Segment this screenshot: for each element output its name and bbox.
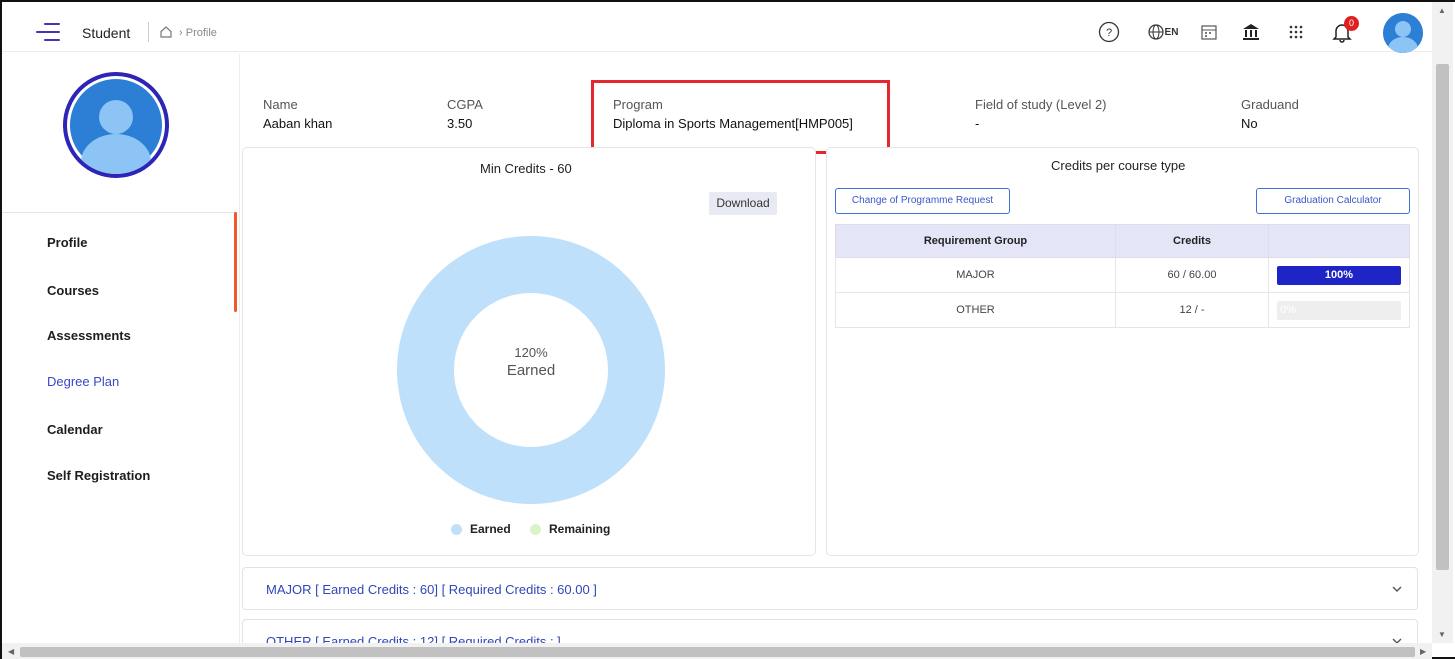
progress-label: 100% xyxy=(1324,268,1354,281)
calendar-icon[interactable] xyxy=(1198,20,1220,44)
notification-badge: 0 xyxy=(1344,16,1359,31)
change-programme-button[interactable]: Change of Programme Request xyxy=(835,188,1010,214)
column-header-credits: Credits xyxy=(1115,224,1269,258)
chart-legend-earned[interactable]: Earned xyxy=(451,522,511,536)
scroll-right-arrow-icon[interactable]: ▶ xyxy=(1420,647,1426,656)
svg-text:?: ? xyxy=(1106,27,1112,39)
help-icon[interactable]: ? xyxy=(1097,20,1121,44)
header-divider xyxy=(148,22,149,42)
program-label: Program xyxy=(613,97,663,112)
sidebar-item-courses[interactable]: Courses xyxy=(47,283,99,298)
requirement-table: Requirement Group Credits MAJOR 60 / 60.… xyxy=(835,224,1410,328)
home-icon[interactable] xyxy=(159,25,173,39)
scroll-left-arrow-icon[interactable]: ◀ xyxy=(8,647,14,656)
student-summary: Name Aaban khan CGPA 3.50 Program Diplom… xyxy=(244,54,1419,146)
sidebar-item-calendar[interactable]: Calendar xyxy=(47,422,103,437)
field-of-study-value: - xyxy=(975,116,980,131)
scroll-down-arrow-icon[interactable]: ▼ xyxy=(1438,630,1446,639)
progress-bar: 100% xyxy=(1277,265,1401,285)
table-header-row: Requirement Group Credits xyxy=(835,224,1410,258)
field-of-study-label: Field of study (Level 2) xyxy=(975,97,1107,112)
row-group: OTHER xyxy=(835,292,1116,328)
horizontal-scroll-thumb[interactable] xyxy=(20,647,1415,657)
row-group: MAJOR xyxy=(835,257,1116,293)
menu-toggle-icon[interactable] xyxy=(36,23,60,41)
top-bar: Student › Profile ? EN 0 xyxy=(2,2,1432,53)
row-progress: 0% xyxy=(1268,292,1410,328)
language-icon[interactable]: EN xyxy=(1145,20,1181,44)
legend-remaining-swatch xyxy=(530,523,541,535)
notification-bell-icon[interactable]: 0 xyxy=(1330,16,1359,44)
cgpa-label: CGPA xyxy=(447,97,483,112)
sidebar-item-profile[interactable]: Profile xyxy=(47,235,87,250)
cgpa-value: 3.50 xyxy=(447,116,473,131)
name-value: Aaban khan xyxy=(263,116,333,131)
chevron-down-icon[interactable] xyxy=(1391,583,1403,595)
progress-label: 0% xyxy=(1280,303,1296,316)
progress-bar: 0% xyxy=(1277,300,1401,320)
sidebar-scroll-indicator xyxy=(234,212,237,312)
vertical-scroll-thumb[interactable] xyxy=(1436,64,1449,570)
sidebar-item-assessments[interactable]: Assessments xyxy=(47,328,131,343)
legend-earned-label: Earned xyxy=(470,522,511,536)
download-button[interactable]: Download xyxy=(709,192,777,215)
course-type-title: Credits per course type xyxy=(1051,158,1186,173)
breadcrumb-profile[interactable]: Profile xyxy=(186,27,217,39)
legend-remaining-label: Remaining xyxy=(549,522,611,536)
donut-center-label: Earned xyxy=(506,362,556,379)
legend-earned-swatch xyxy=(451,523,462,535)
app-title: Student xyxy=(82,25,131,41)
table-row: OTHER 12 / - 0% xyxy=(835,292,1410,328)
sidebar-item-self-registration[interactable]: Self Registration xyxy=(47,468,150,483)
accordion-major-label: MAJOR [ Earned Credits : 60] [ Required … xyxy=(266,582,597,597)
column-header-group: Requirement Group xyxy=(835,224,1116,258)
chart-legend-remaining[interactable]: Remaining xyxy=(530,522,610,536)
graduation-calculator-button[interactable]: Graduation Calculator xyxy=(1256,188,1410,214)
credits-panel-title: Min Credits - 60 xyxy=(480,161,572,176)
scroll-up-arrow-icon[interactable]: ▲ xyxy=(1438,6,1446,15)
column-header-progress xyxy=(1268,224,1410,258)
sidebar-item-degree-plan[interactable]: Degree Plan xyxy=(47,374,119,389)
row-progress: 100% xyxy=(1268,257,1410,293)
accordion-major[interactable]: MAJOR [ Earned Credits : 60] [ Required … xyxy=(242,567,1418,610)
donut-center-percent: 120% xyxy=(514,345,548,360)
language-code: EN xyxy=(1164,26,1179,38)
sidebar: Profile Courses Assessments Degree Plan … xyxy=(2,54,240,659)
apps-grid-icon[interactable] xyxy=(1285,20,1307,44)
row-credits: 12 / - xyxy=(1115,292,1269,328)
row-credits: 60 / 60.00 xyxy=(1115,257,1269,293)
sidebar-divider xyxy=(2,212,238,213)
name-label: Name xyxy=(263,97,298,112)
graduand-value: No xyxy=(1241,116,1258,131)
program-value: Diploma in Sports Management[HMP005] xyxy=(613,116,853,131)
profile-avatar xyxy=(63,72,169,178)
user-avatar[interactable] xyxy=(1383,13,1423,53)
institution-icon[interactable] xyxy=(1240,20,1262,44)
breadcrumb[interactable]: › Profile xyxy=(179,27,217,39)
graduand-label: Graduand xyxy=(1241,97,1299,112)
table-row: MAJOR 60 / 60.00 100% xyxy=(835,257,1410,293)
